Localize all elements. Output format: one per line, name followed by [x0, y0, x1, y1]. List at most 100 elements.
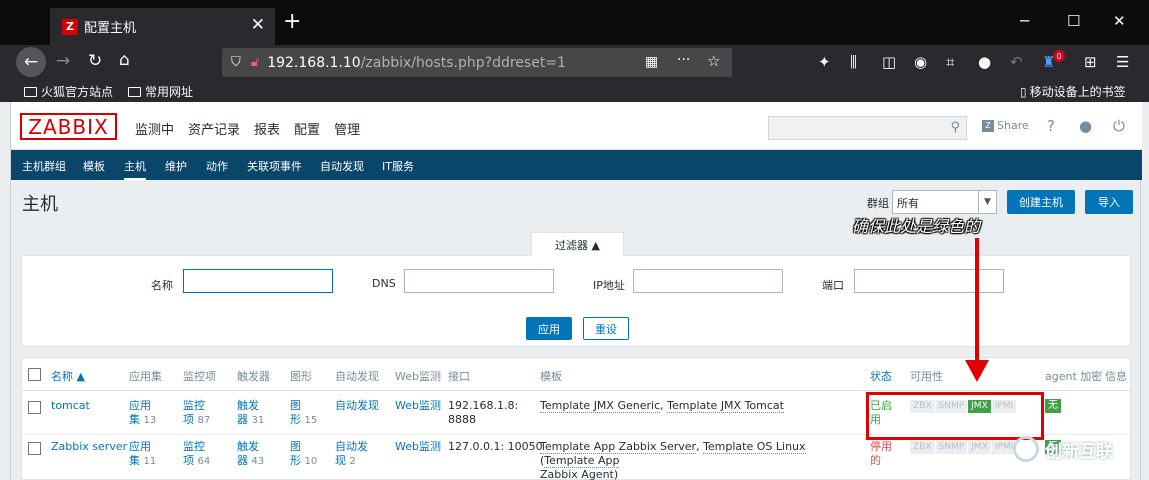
zabbix-top-nav: ZABBIX 监测中 资产记录 报表 配置 管理 ⚲ Z Share ? ● ⏻: [11, 102, 1142, 150]
user-profile-icon[interactable]: ●: [1079, 117, 1092, 135]
library-icon[interactable]: ⫼: [850, 53, 857, 71]
mobile-bookmarks[interactable]: ▯ 移动设备上的书签: [1020, 83, 1126, 100]
minimize-icon[interactable]: ─: [1020, 12, 1029, 30]
highlight-box: [866, 392, 1044, 440]
tab-close-icon[interactable]: ✕: [251, 15, 265, 35]
triggers-link[interactable]: 触发器 43: [237, 440, 264, 469]
reload-icon[interactable]: ↻: [88, 51, 102, 71]
browser-tab[interactable]: Z 配置主机 ✕: [50, 8, 275, 45]
help-icon[interactable]: ?: [1047, 117, 1055, 135]
filter-name-input[interactable]: [183, 269, 333, 293]
back-icon[interactable]: ←: [16, 47, 46, 77]
apply-button[interactable]: 应用: [526, 317, 572, 340]
host-name-link[interactable]: tomcat: [51, 399, 90, 413]
chat-icon[interactable]: ●: [978, 53, 991, 71]
account-icon[interactable]: ◉: [914, 53, 927, 71]
zabbix-share-icon: Z: [982, 119, 994, 132]
window-close-icon[interactable]: ✕: [1113, 12, 1126, 30]
folder-icon: [24, 86, 37, 97]
url-bar[interactable]: ⛉ 🔓︎ 192.168.1.10/zabbix/hosts.php?ddres…: [222, 48, 732, 77]
discovery-link[interactable]: 自动发现 2: [335, 440, 368, 469]
tab-title: 配置主机: [84, 21, 137, 36]
page-title: 主机: [22, 194, 58, 215]
interface-cell: 192.168.1.8: 8888: [448, 399, 519, 426]
bookmark-item[interactable]: 火狐官方站点: [24, 83, 113, 100]
forward-icon[interactable]: →: [56, 51, 70, 71]
filter-tab[interactable]: 过滤器 ▲: [531, 232, 624, 256]
templates-cell[interactable]: Template JMX Generic, Template JMX Tomca…: [540, 399, 784, 413]
submenu-it-services[interactable]: IT服务: [382, 158, 414, 174]
insecure-lock-icon[interactable]: 🔓︎: [251, 55, 259, 70]
web-link[interactable]: Web监测: [395, 399, 441, 413]
templates-cell[interactable]: Template App Zabbix Server, Template OS …: [540, 440, 860, 480]
filter-ip-label: IP地址: [593, 279, 625, 292]
share-link[interactable]: Z Share: [982, 119, 1029, 132]
header-info: 信息: [1105, 370, 1127, 383]
header-name[interactable]: 名称 ▲: [51, 368, 85, 384]
screenshot-icon[interactable]: ⌗: [946, 53, 954, 71]
gift-icon[interactable]: ⊞: [1084, 53, 1097, 71]
sub-menu: 主机群组 模板 主机 维护 动作 关联项事件 自动发现 IT服务: [11, 150, 1142, 181]
interface-cell: 127.0.0.1: 10050: [448, 440, 543, 453]
applications-link[interactable]: 应用集 11: [129, 440, 156, 469]
bookmark-star-icon[interactable]: ☆: [707, 52, 720, 70]
new-tab-icon[interactable]: +: [283, 9, 301, 34]
menu-administration[interactable]: 管理: [334, 119, 360, 138]
group-select[interactable]: 所有 ▼: [892, 190, 997, 214]
menu-icon[interactable]: ☰: [1116, 53, 1129, 71]
graphs-link[interactable]: 图形 15: [290, 399, 317, 428]
graphs-link[interactable]: 图形 10: [290, 440, 317, 469]
create-host-button[interactable]: 创建主机: [1007, 190, 1075, 214]
applications-link[interactable]: 应用集 13: [129, 399, 156, 428]
submenu-templates[interactable]: 模板: [83, 158, 105, 174]
menu-inventory[interactable]: 资产记录: [188, 119, 240, 138]
home-icon[interactable]: ⌂: [119, 50, 130, 70]
share-label: Share: [997, 119, 1029, 132]
web-link[interactable]: Web监测: [395, 440, 441, 454]
filter-dns-input[interactable]: [404, 269, 554, 293]
group-select-value: 所有: [897, 197, 919, 210]
submenu-actions[interactable]: 动作: [206, 158, 228, 174]
header-web: Web监测: [395, 370, 441, 383]
host-name-link[interactable]: Zabbix server: [51, 440, 127, 454]
maximize-icon[interactable]: ☐: [1067, 12, 1080, 30]
undo-icon[interactable]: ↶: [1010, 53, 1023, 71]
extensions-icon[interactable]: ✦: [818, 53, 831, 71]
zabbix-logo[interactable]: ZABBIX: [20, 113, 117, 140]
header-status[interactable]: 状态: [870, 368, 892, 384]
filter-name-label: 名称: [151, 279, 173, 292]
group-label: 群组: [867, 197, 889, 210]
row-checkbox[interactable]: [28, 401, 41, 414]
reset-button[interactable]: 重设: [583, 317, 629, 340]
header-divider: [22, 390, 1132, 391]
url-host: 192.168.1.10: [267, 54, 361, 71]
global-search-input[interactable]: ⚲: [768, 116, 967, 140]
bookmark-item[interactable]: 常用网址: [128, 83, 193, 100]
discovery-link[interactable]: 自动发现: [335, 399, 379, 413]
submenu-host-groups[interactable]: 主机群组: [22, 158, 66, 174]
items-link[interactable]: 监控项 87: [183, 399, 210, 428]
page-actions-icon[interactable]: ···: [677, 52, 690, 68]
header-discovery: 自动发现: [335, 370, 379, 383]
sidebar-icon[interactable]: ◫: [882, 53, 896, 71]
submenu-discovery[interactable]: 自动发现: [320, 158, 364, 174]
submenu-maintenance[interactable]: 维护: [165, 158, 187, 174]
logout-icon[interactable]: ⏻: [1113, 117, 1125, 135]
menu-monitoring[interactable]: 监测中: [135, 119, 174, 138]
row-checkbox[interactable]: [28, 442, 41, 455]
filter-ip-input[interactable]: [633, 269, 783, 293]
import-button[interactable]: 导入: [1085, 190, 1133, 214]
shield-icon[interactable]: ⛉: [231, 55, 241, 70]
submenu-correlation[interactable]: 关联项事件: [247, 158, 302, 174]
status-disabled-link[interactable]: 停用的: [870, 440, 892, 468]
menu-reports[interactable]: 报表: [254, 119, 280, 138]
menu-configuration[interactable]: 配置: [294, 119, 320, 138]
annotation-text: 确保此处是绿色的: [852, 217, 981, 236]
triggers-link[interactable]: 触发器 31: [237, 399, 264, 428]
search-icon[interactable]: ⚲: [950, 120, 960, 135]
submenu-hosts[interactable]: 主机: [124, 158, 146, 181]
select-all-checkbox[interactable]: [28, 368, 41, 381]
qr-code-icon[interactable]: ▦: [645, 54, 658, 70]
items-link[interactable]: 监控项 64: [183, 440, 210, 469]
browser-navbar: ← → ↻ ⌂ ⛉ 🔓︎ 192.168.1.10/zabbix/hosts.p…: [0, 45, 1149, 80]
